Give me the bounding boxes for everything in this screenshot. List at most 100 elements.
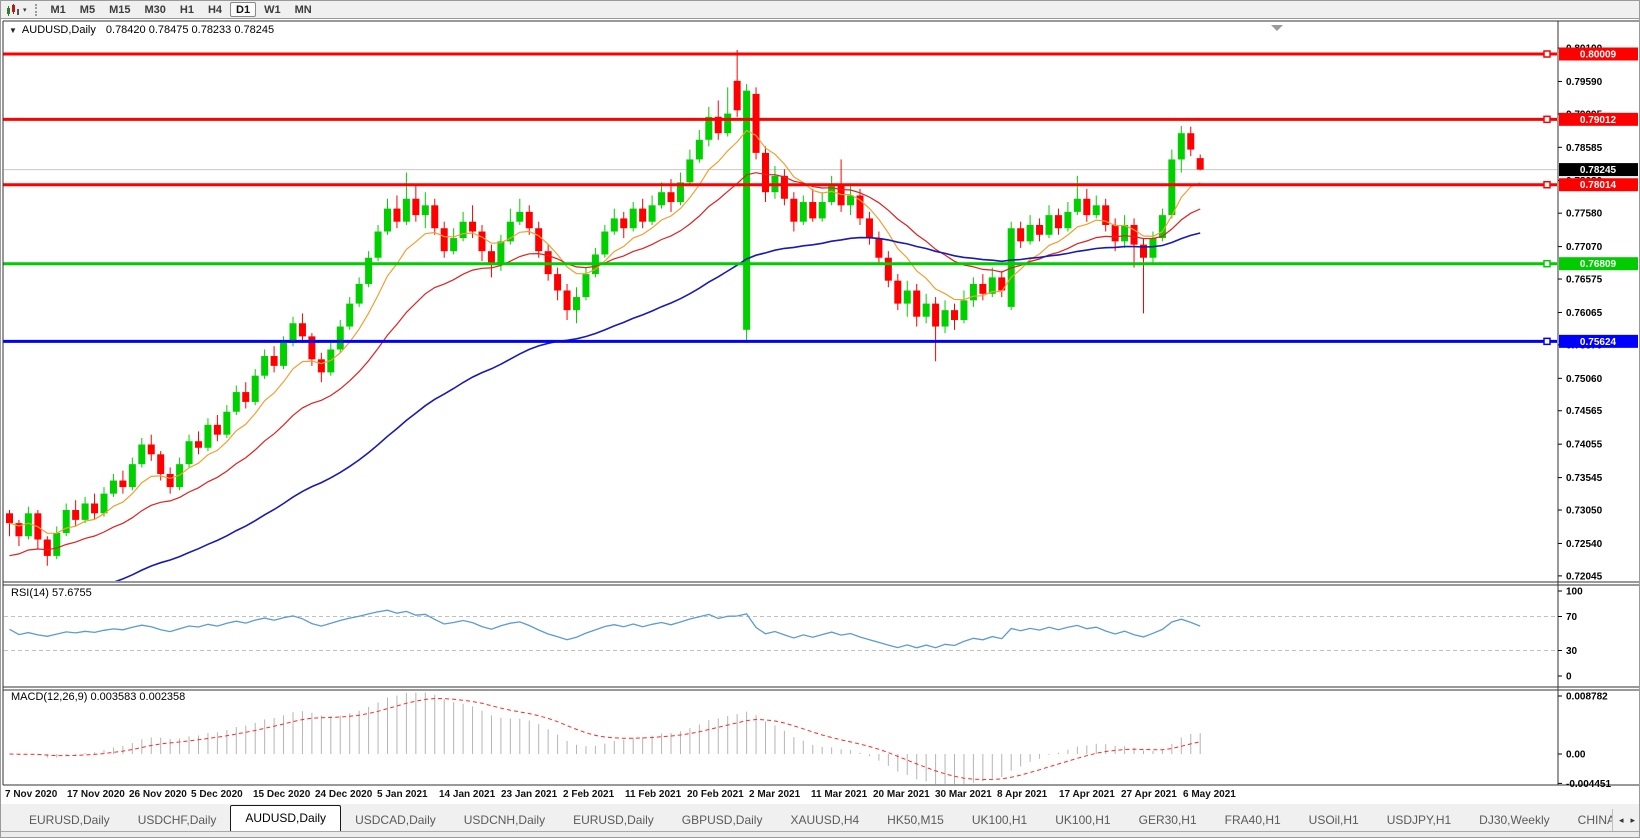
candle (695, 139, 703, 160)
candle (393, 208, 401, 222)
time-axis-label: 20 Feb 2021 (687, 789, 744, 800)
chart-tab-uk100-h1[interactable]: UK100,H1 (957, 809, 1042, 831)
chart-symbol-label: AUDUSD,Daily (21, 24, 96, 36)
chart-shift-marker-icon[interactable] (1271, 25, 1283, 31)
candle (1045, 215, 1053, 235)
candle (960, 300, 968, 320)
time-axis-label: 20 Mar 2021 (873, 789, 930, 800)
price-axis-tick: 0.78585 (1566, 143, 1603, 154)
rsi-panel[interactable] (4, 609, 1557, 651)
time-axis-label: 7 Nov 2020 (5, 789, 58, 800)
timeframe-button-W1[interactable]: W1 (258, 2, 287, 17)
candle (43, 539, 51, 556)
toolbar-grip-handle[interactable] (34, 3, 37, 16)
macd-panel[interactable] (9, 692, 1201, 786)
price-chart[interactable]: 0.801000.795900.790950.785850.780800.775… (1, 19, 1640, 787)
candle (100, 493, 108, 514)
time-axis-label: 30 Mar 2021 (935, 789, 992, 800)
timeframe-button-M30[interactable]: M30 (138, 2, 171, 17)
chart-tab-dj30-weekly[interactable]: DJ30,Weekly (1465, 809, 1564, 831)
chart-type-icon[interactable] (4, 3, 22, 17)
level-line-handle[interactable] (1543, 115, 1551, 124)
price-axis-tick: 0.76575 (1566, 275, 1603, 286)
candle (195, 441, 202, 448)
chart-tab-uk100-h1[interactable]: UK100,H1 (1041, 809, 1125, 831)
candle (119, 480, 127, 488)
chart-tab-eurusd-daily[interactable]: EURUSD,Daily (559, 809, 668, 831)
chart-tab-usdcad-daily[interactable]: USDCAD,Daily (341, 809, 450, 831)
time-axis-label: 5 Dec 2020 (191, 789, 243, 800)
candle (573, 297, 580, 311)
time-axis[interactable]: 7 Nov 2020 17 Nov 2020 26 Nov 2020 5 Dec 20… (1, 787, 1639, 804)
candle (790, 198, 798, 222)
candle (809, 202, 817, 219)
price-axis-tick: 0.72540 (1566, 539, 1603, 550)
time-axis-label: 17 Apr 2021 (1059, 789, 1115, 800)
price-axis-tick: 0.77580 (1566, 209, 1603, 220)
candle (903, 290, 911, 304)
timeframe-button-D1[interactable]: D1 (230, 2, 257, 17)
timeframe-buttons: M1 M5 M15 M30 H1 H4 D1 W1 MN (44, 2, 319, 17)
chart-tab-usdcnh-daily[interactable]: USDCNH,Daily (449, 809, 560, 831)
tab-scroll-left-icon[interactable]: ◂ (1619, 815, 1624, 826)
main-panel[interactable] (4, 50, 1557, 615)
candle (1111, 224, 1119, 242)
time-axis-label: 11 Mar 2021 (811, 789, 868, 800)
chart-tab-audusd-daily[interactable]: AUDUSD,Daily (230, 805, 342, 831)
chart-tab-gbpusd-daily[interactable]: GBPUSD,Daily (667, 809, 777, 831)
candle (147, 444, 155, 455)
timeframe-button-M15[interactable]: M15 (103, 2, 136, 17)
macd-axis-tick: 0.00 (1566, 750, 1586, 761)
candle (223, 411, 231, 435)
candle (780, 175, 788, 199)
level-line-handle[interactable] (1543, 180, 1551, 189)
candle (818, 202, 826, 219)
timeframe-button-M5[interactable]: M5 (74, 2, 101, 17)
level-line-handle[interactable] (1543, 259, 1551, 268)
chart-tab-eurusd-daily[interactable]: EURUSD,Daily (15, 809, 124, 831)
chart-tab-hk50-m15[interactable]: HK50,M15 (873, 809, 958, 831)
chart-title: ▼ AUDUSD,Daily 0.78420 0.78475 0.78233 0.7… (9, 24, 274, 36)
timeframe-button-H4[interactable]: H4 (202, 2, 228, 17)
timeframe-button-M1[interactable]: M1 (45, 2, 72, 17)
candle (166, 473, 174, 488)
candle (554, 274, 562, 291)
candle (1092, 205, 1100, 216)
chart-tab-usdchf-daily[interactable]: USDCHF,Daily (123, 809, 231, 831)
chart-tab-usoil-h1[interactable]: USOil,H1 (1294, 809, 1373, 831)
candle (1121, 224, 1129, 242)
rsi-axis-tick: 70 (1566, 612, 1578, 623)
level-line-handle[interactable] (1543, 337, 1551, 346)
chart-tab-ger30-h1[interactable]: GER30,H1 (1124, 809, 1211, 831)
candle (922, 303, 930, 317)
chart-tab-xauusd-h4[interactable]: XAUUSD,H4 (776, 809, 874, 831)
time-axis-label: 23 Jan 2021 (501, 789, 558, 800)
candle (733, 80, 741, 111)
tab-scroll-right-icon[interactable]: ▸ (1630, 815, 1635, 826)
chart-tab-usdjpy-h1[interactable]: USDJPY,H1 (1372, 809, 1466, 831)
chart-tab-fra40-h1[interactable]: FRA40,H1 (1210, 809, 1295, 831)
candle (1177, 133, 1185, 160)
timeframe-button-MN[interactable]: MN (289, 2, 318, 17)
candle (535, 228, 543, 252)
chart-collapse-icon[interactable]: ▼ (9, 26, 17, 35)
level-line-handle[interactable] (1543, 50, 1551, 58)
macd-axis-tick: -0.004451 (1566, 779, 1611, 787)
candle (563, 290, 571, 311)
candle (421, 205, 429, 216)
candle (516, 211, 524, 222)
price-axis-tick: 0.77070 (1566, 242, 1603, 253)
time-axis-label: 14 Jan 2021 (439, 789, 496, 800)
time-axis-label: 26 Nov 2020 (129, 789, 187, 800)
ma-fast-line (9, 129, 1201, 534)
timeframe-button-H1[interactable]: H1 (174, 2, 200, 17)
status-strip (1, 831, 1639, 837)
candle (1073, 198, 1081, 212)
candle (1196, 158, 1204, 170)
chevron-down-icon[interactable]: ▾ (23, 6, 27, 14)
time-axis-label: 17 Nov 2020 (67, 789, 125, 800)
chart-tab-china300-h1[interactable]: CHINA300,H1 (1563, 809, 1612, 831)
candle (81, 503, 89, 520)
candle (875, 238, 883, 258)
candle (620, 218, 628, 229)
